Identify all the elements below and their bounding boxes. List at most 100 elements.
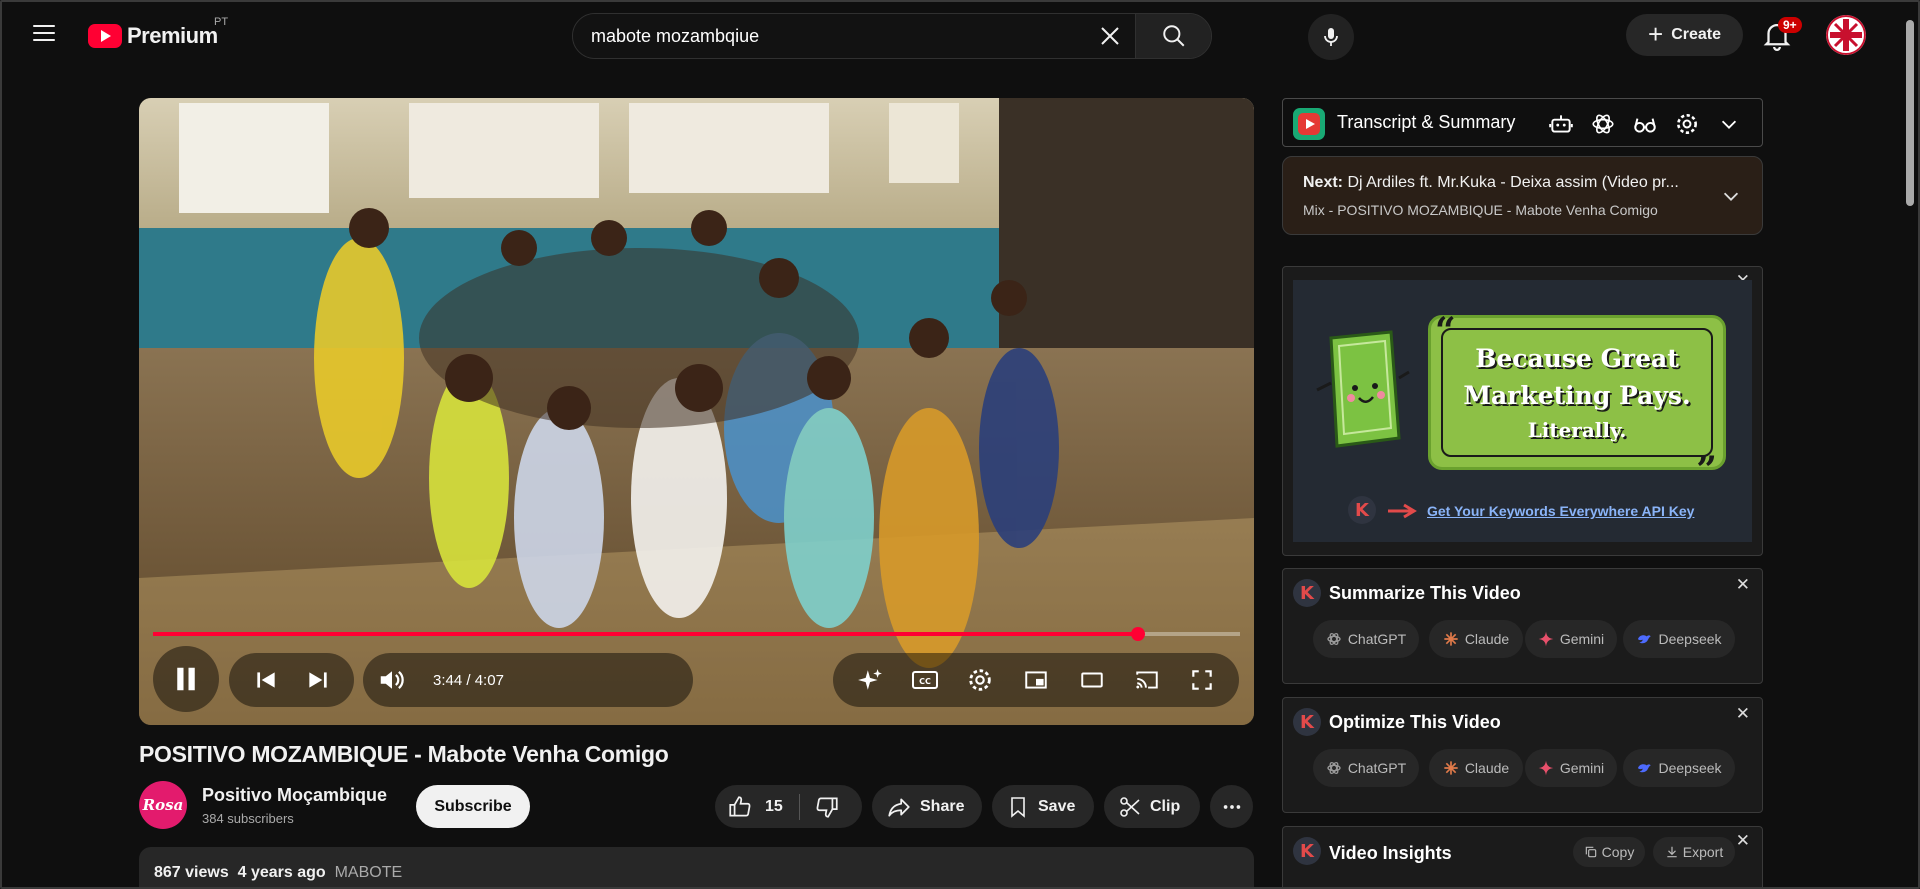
claude-icon: [1443, 760, 1459, 776]
next-icon[interactable]: [305, 667, 331, 693]
optimize-claude-button[interactable]: Claude: [1429, 749, 1523, 787]
chatgpt-label: ChatGPT: [1347, 631, 1407, 647]
create-button[interactable]: + Create: [1626, 14, 1743, 56]
transcript-title[interactable]: Transcript & Summary: [1337, 112, 1515, 133]
video-insights-card: K Video Insights Copy Export ✕: [1282, 826, 1763, 889]
prev-next-controls: [229, 653, 354, 707]
logo-country-code: PT: [214, 16, 229, 28]
hashtag-link[interactable]: MABOTE: [335, 864, 403, 881]
captions-icon[interactable]: CC: [911, 667, 939, 693]
close-icon[interactable]: ✕: [1736, 575, 1750, 595]
dislike-button[interactable]: [814, 794, 840, 820]
chevron-down-icon[interactable]: [1720, 185, 1742, 212]
ad-line-2: Marketing Pays.: [1463, 380, 1691, 410]
time-separator: /: [462, 671, 475, 689]
theater-mode-icon[interactable]: [1078, 667, 1106, 693]
search-input[interactable]: mabote mozambqiue: [573, 14, 1085, 58]
summarize-deepseek-button[interactable]: Deepseek: [1623, 620, 1735, 658]
gemini-icon: [1538, 631, 1554, 647]
transcript-extension-logo: [1293, 108, 1325, 140]
ad-banner[interactable]: Because Great Marketing Pays. Literally.…: [1293, 280, 1752, 542]
chevron-down-icon[interactable]: [1715, 110, 1743, 138]
sparkle-icon[interactable]: [857, 667, 883, 693]
divider: [798, 793, 800, 820]
ad-line-1: Because Great: [1475, 343, 1679, 373]
subscribe-button[interactable]: Subscribe: [416, 785, 530, 828]
robot-icon[interactable]: [1547, 110, 1575, 138]
upload-age: 4 years ago: [237, 864, 326, 881]
arrow-right-icon: [1388, 503, 1417, 519]
ad-line-3: Literally.: [1527, 417, 1627, 442]
close-quote-icon: ”: [1696, 449, 1717, 491]
optimize-title: Optimize This Video: [1329, 712, 1501, 732]
cast-icon[interactable]: [1133, 667, 1161, 693]
youtube-play-icon: [88, 24, 122, 48]
thumbs-up-icon: [729, 795, 751, 817]
svg-text:CC: CC: [919, 677, 931, 686]
export-button[interactable]: Export: [1653, 837, 1735, 867]
clip-button[interactable]: Clip: [1104, 785, 1200, 828]
close-icon[interactable]: ✕: [1736, 831, 1750, 851]
copy-button[interactable]: Copy: [1573, 837, 1645, 867]
share-button[interactable]: Share: [872, 785, 982, 828]
keywords-everywhere-ad: ✕ Because Great Marketing Pays. Literall…: [1282, 266, 1763, 556]
plus-icon: +: [1648, 18, 1664, 49]
masthead: Premium PT mabote mozambqiue + Create 9+: [0, 0, 1920, 70]
search-button[interactable]: [1135, 14, 1211, 58]
save-label: Save: [1038, 797, 1076, 815]
previous-icon[interactable]: [253, 667, 279, 693]
transcript-summary-bar[interactable]: Transcript & Summary: [1282, 98, 1763, 147]
channel-avatar[interactable]: Rosa: [139, 781, 187, 829]
miniplayer-icon[interactable]: [1022, 667, 1050, 693]
progress-bar[interactable]: [153, 627, 1240, 641]
settings-gear-icon[interactable]: [1673, 110, 1701, 138]
optimize-gemini-button[interactable]: Gemini: [1525, 749, 1617, 787]
more-horizontal-icon: [1223, 804, 1240, 809]
chatgpt-icon[interactable]: [1589, 110, 1617, 138]
summarize-claude-button[interactable]: Claude: [1429, 620, 1523, 658]
optimize-video-card: K Optimize This Video ✕ ChatGPT Claude G…: [1282, 697, 1763, 813]
glasses-icon[interactable]: [1631, 110, 1659, 138]
up-next-card[interactable]: Next: Dj Ardiles ft. Mr.Kuka - Deixa ass…: [1282, 156, 1763, 235]
video-player[interactable]: 3:44 / 4:07 CC: [139, 98, 1254, 725]
keywords-everywhere-logo: K: [1293, 837, 1321, 865]
volume-icon[interactable]: [377, 665, 407, 695]
chatgpt-icon: [1326, 760, 1342, 776]
voice-search-button[interactable]: [1308, 14, 1354, 60]
video-frame: [139, 98, 1254, 725]
keywords-everywhere-logo: K: [1348, 496, 1376, 524]
claude-icon: [1443, 631, 1459, 647]
like-count: 15: [765, 797, 783, 815]
fullscreen-icon[interactable]: [1189, 667, 1215, 693]
right-controls: CC: [833, 653, 1239, 707]
close-icon[interactable]: ✕: [1736, 704, 1750, 724]
api-key-link[interactable]: Get Your Keywords Everywhere API Key: [1427, 503, 1694, 519]
like-button[interactable]: [727, 794, 753, 820]
summarize-chatgpt-button[interactable]: ChatGPT: [1313, 620, 1419, 658]
summarize-video-card: K Summarize This Video ✕ ChatGPT Claude …: [1282, 568, 1763, 684]
deepseek-icon: [1636, 760, 1652, 776]
menu-icon[interactable]: [28, 20, 60, 52]
open-quote-icon: “: [1435, 310, 1456, 352]
optimize-chatgpt-button[interactable]: ChatGPT: [1313, 749, 1419, 787]
account-avatar[interactable]: [1826, 15, 1866, 55]
scissors-icon: [1120, 796, 1140, 817]
thumbs-down-icon: [816, 796, 838, 818]
channel-name[interactable]: Positivo Moçambique: [202, 785, 387, 806]
settings-gear-icon[interactable]: [966, 666, 994, 694]
optimize-deepseek-button[interactable]: Deepseek: [1623, 749, 1735, 787]
download-icon: [1667, 846, 1677, 858]
deepseek-icon: [1636, 631, 1652, 647]
play-pause-button[interactable]: [153, 646, 219, 712]
save-button[interactable]: Save: [992, 785, 1094, 828]
progress-scrubber[interactable]: [1130, 627, 1145, 641]
claude-label: Claude: [1464, 631, 1510, 647]
more-actions-button[interactable]: [1210, 785, 1253, 828]
summarize-gemini-button[interactable]: Gemini: [1525, 620, 1617, 658]
scrollbar-thumb[interactable]: [1906, 20, 1914, 206]
clear-search-icon[interactable]: [1085, 14, 1135, 58]
pause-icon: [177, 667, 195, 691]
money-mascot-icon: [1316, 330, 1410, 448]
youtube-premium-logo[interactable]: Premium PT: [88, 16, 228, 50]
current-time: 3:44: [433, 671, 463, 689]
